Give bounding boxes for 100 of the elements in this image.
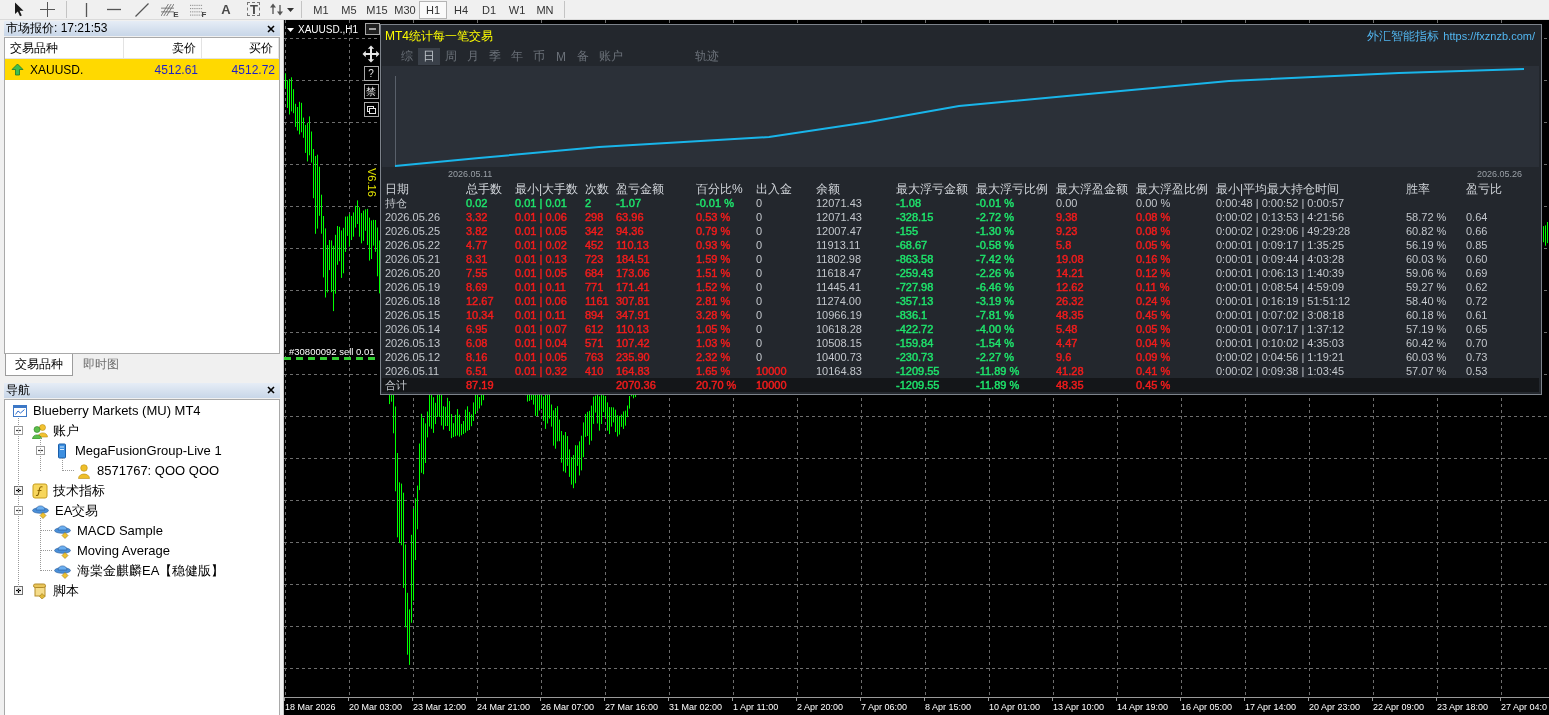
table-cell: 0:00:01 | 0:08:54 | 4:59:09 bbox=[1216, 280, 1345, 294]
table-cell: 5.48 bbox=[1056, 322, 1078, 336]
table-cell: 41.28 bbox=[1056, 364, 1084, 378]
panel-title: 市场报价: 17:21:53 bbox=[6, 21, 108, 36]
timeframe-button[interactable]: MN bbox=[531, 0, 559, 19]
window-icon bbox=[366, 105, 376, 114]
column-header[interactable]: 交易品种 bbox=[5, 38, 124, 58]
minus-box-icon[interactable] bbox=[14, 426, 23, 435]
table-cell: 0:00:01 | 0:09:17 | 1:35:25 bbox=[1216, 238, 1345, 252]
table-cell: -1.07 bbox=[616, 196, 642, 210]
table-cell: 11274.00 bbox=[816, 294, 862, 308]
text-tool-button[interactable]: A bbox=[212, 0, 240, 19]
minus-box-icon[interactable] bbox=[36, 446, 45, 455]
table-cell: 11802.98 bbox=[816, 252, 862, 266]
time-axis-label: 18 Mar 2026 bbox=[284, 698, 348, 715]
timeframe-button[interactable]: H4 bbox=[447, 0, 475, 19]
table-cell: -230.73 bbox=[896, 350, 934, 364]
plus-box-icon[interactable] bbox=[14, 586, 23, 595]
brand-name: 外汇智能指标 bbox=[1367, 27, 1440, 45]
table-cell: 10618.28 bbox=[816, 322, 862, 336]
panel-tab[interactable]: 即时图 bbox=[73, 353, 129, 376]
tree-item[interactable]: 账户 bbox=[53, 421, 79, 440]
table-cell: 58.40 % bbox=[1406, 294, 1447, 308]
minimize-button[interactable] bbox=[365, 23, 380, 35]
tree-item[interactable]: MegaFusionGroup-Live 1 bbox=[75, 443, 222, 458]
table-cell: 2.81 % bbox=[696, 294, 731, 308]
tree-item[interactable]: Blueberry Markets (MU) MT4 bbox=[33, 403, 201, 418]
close-button[interactable] bbox=[265, 22, 277, 35]
table-cell: 60.42 % bbox=[1406, 336, 1447, 350]
column-header: 次数 bbox=[585, 182, 609, 196]
period-tab[interactable]: 日 bbox=[418, 48, 440, 65]
table-cell: -0.58 % bbox=[976, 238, 1014, 252]
move-arrows-icon[interactable] bbox=[362, 45, 380, 63]
table-cell: 1.03 % bbox=[696, 336, 731, 350]
table-cell: -7.42 % bbox=[976, 252, 1014, 266]
table-cell: 0.01 | 0.06 bbox=[515, 210, 567, 224]
dashed-lines-icon bbox=[189, 3, 203, 16]
table-cell: 0 bbox=[756, 224, 763, 238]
table-cell: 0 bbox=[756, 308, 763, 322]
table-cell: 0.01 | 0.05 bbox=[515, 266, 567, 280]
tree-item[interactable]: 海棠金麒麟EA【稳健版】 bbox=[77, 561, 225, 580]
tree-item[interactable]: 技术指标 bbox=[53, 481, 105, 500]
timeframe-button[interactable]: M15 bbox=[363, 0, 391, 19]
plus-box-icon[interactable] bbox=[14, 486, 23, 495]
time-axis-label: 8 Apr 15:00 bbox=[924, 698, 988, 715]
column-header: 日期 bbox=[385, 182, 409, 196]
scroll-icon bbox=[32, 582, 48, 599]
table-cell: 0.16 % bbox=[1136, 252, 1171, 266]
time-axis-label: 31 Mar 02:00 bbox=[668, 698, 732, 715]
table-cell: 0 bbox=[756, 266, 763, 280]
table-cell: 0.05 % bbox=[1136, 322, 1171, 336]
panel-tab[interactable]: 交易品种 bbox=[5, 353, 73, 376]
table-cell: 0:00:02 | 0:04:56 | 1:19:21 bbox=[1216, 350, 1345, 364]
table-cell: 2 bbox=[585, 196, 592, 210]
panel-tool-button[interactable]: ? bbox=[363, 66, 379, 81]
dropdown-triangle-icon[interactable] bbox=[287, 28, 294, 32]
tree-item[interactable]: 8571767: QOO QOO bbox=[97, 463, 220, 478]
column-header: 最小|平均最大持仓时间 bbox=[1216, 182, 1340, 196]
table-cell: 2026.05.21 bbox=[385, 252, 441, 266]
fibonacci-tool-button[interactable]: E bbox=[156, 0, 184, 19]
table-cell: 1161 bbox=[585, 294, 609, 308]
timeframe-button[interactable]: H1 bbox=[419, 0, 447, 19]
table-cell: 0 bbox=[756, 196, 763, 210]
timeframe-button[interactable]: M5 bbox=[335, 0, 363, 19]
table-cell: 0.41 % bbox=[1136, 364, 1171, 378]
minus-box-icon[interactable] bbox=[14, 506, 23, 515]
column-header[interactable]: 买价 bbox=[202, 38, 279, 58]
table-cell: 0.09 % bbox=[1136, 350, 1171, 364]
tree-item[interactable]: EA交易 bbox=[55, 501, 99, 520]
table-cell: 347.91 bbox=[616, 308, 650, 322]
window-button[interactable] bbox=[363, 102, 379, 117]
table-cell: 60.03 % bbox=[1406, 252, 1447, 266]
timeframe-button[interactable]: W1 bbox=[503, 0, 531, 19]
table-cell: 2026.05.25 bbox=[385, 224, 441, 238]
table-cell: 0.12 % bbox=[1136, 266, 1171, 280]
panel-tool-button[interactable]: 禁 bbox=[363, 84, 379, 99]
table-cell: -836.1 bbox=[896, 308, 928, 322]
timeframe-button[interactable]: D1 bbox=[475, 0, 503, 19]
symbol-row[interactable]: XAUUSD. 4512.61 4512.72 bbox=[5, 59, 279, 80]
timeframe-button[interactable]: M30 bbox=[391, 0, 419, 19]
fibonacci-levels-tool-button[interactable]: F bbox=[184, 0, 212, 19]
tree-item[interactable]: Moving Average bbox=[77, 543, 170, 558]
table-cell: -1.08 bbox=[896, 196, 922, 210]
website-link[interactable]: https://fxznzb.com/ bbox=[1443, 30, 1535, 42]
time-axis-label: 23 Mar 12:00 bbox=[412, 698, 476, 715]
table-cell: -357.13 bbox=[896, 294, 934, 308]
time-axis-label: 23 Apr 18:00 bbox=[1436, 698, 1500, 715]
table-cell: 20.70 % bbox=[696, 378, 737, 392]
column-header[interactable]: 卖价 bbox=[124, 38, 202, 58]
table-cell: -11.89 % bbox=[976, 364, 1020, 378]
tree-item[interactable]: MACD Sample bbox=[77, 523, 163, 538]
timeframe-button[interactable]: M1 bbox=[307, 0, 335, 19]
crosshair-icon bbox=[39, 2, 55, 17]
table-cell: 571 bbox=[585, 336, 604, 350]
tree-item[interactable]: 脚本 bbox=[53, 581, 79, 600]
text-label-tool-button[interactable]: T bbox=[240, 0, 268, 19]
close-button[interactable] bbox=[265, 384, 277, 396]
table-cell: 0.45 % bbox=[1136, 378, 1171, 392]
table-cell: 2026.05.20 bbox=[385, 266, 441, 280]
table-cell: 9.6 bbox=[1056, 350, 1072, 364]
